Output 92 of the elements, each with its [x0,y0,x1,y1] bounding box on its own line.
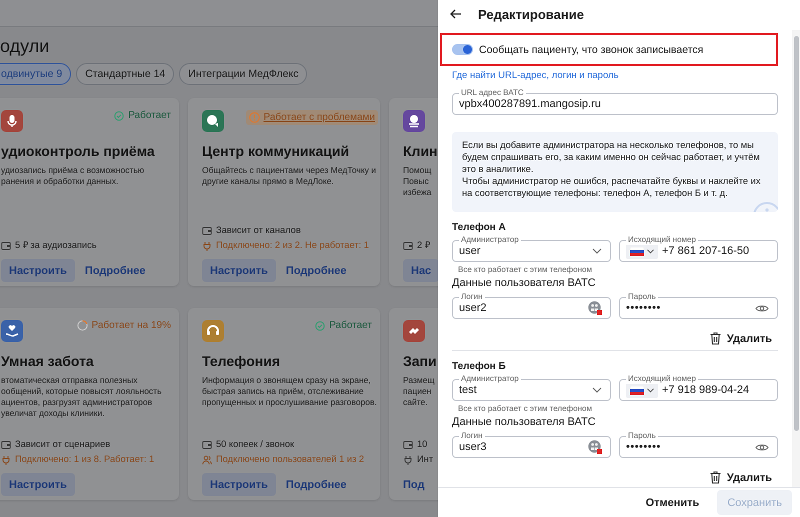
field-hint: Все кто работает с этим телефоном [458,404,592,414]
filter-tab[interactable]: Стандартные 14 [76,63,174,85]
wallet-icon [202,440,212,450]
toggle-label: Сообщать пациенту, что звонок записывается [479,44,704,56]
check-circle-icon [315,320,326,330]
toggle-switch[interactable] [452,44,473,55]
card-title: удиоконтроль приёма [1,142,155,160]
card-description: увеличат доходы клиники. [1,408,105,419]
section-title: Телефон Б [452,361,507,373]
card-meta: Зависит от сценариев [15,438,110,451]
card-description: удиозапись приёма с возможностью [1,165,144,176]
wallet-icon [403,240,413,250]
flag-icon [630,386,644,394]
delete-button[interactable]: Удалить [710,471,772,484]
card-description: другие каналы прямо в МедЛоке. [202,176,334,187]
alert-icon [248,112,260,123]
card-description: ациентов, разгрузят администраторов [1,397,152,408]
card-description: Помощ [403,165,432,176]
more-link[interactable]: Подробнее [286,473,346,496]
progress-ring-icon [76,320,88,331]
card-meta: Подключено: 2 из 2. Не работает: 1 [216,239,369,252]
wallet-icon [1,240,11,250]
check-circle-icon [114,110,124,120]
card-description: избежа [403,187,432,198]
trash-icon [710,471,721,484]
card-meta: 50 копеек / звонок [216,438,294,451]
card-meta: Зависит от каналов [216,224,301,237]
card-meta: Подключено: 1 из 8. Работает: 1 [15,453,154,466]
configure-button[interactable]: Настроить [202,259,276,282]
eye-icon[interactable] [755,304,769,312]
card-description: Повыс [403,176,429,187]
back-arrow-icon[interactable] [450,9,462,19]
subsection-title: Данные пользователя ВАТС [452,277,596,290]
drawer-title: Редактирование [478,6,584,22]
card-meta: 5 ₽ за аудиозапись [15,239,97,252]
info-text: Если вы добавите администратора на несколько телефонов, то мы будем спрашивать его, за каким именно он сейчас работает, и учтём это в аналитике. [462,139,761,175]
more-link[interactable]: Под [403,473,424,496]
people-icon [588,301,602,315]
field-hint: Все кто работает с этим телефоном [458,265,592,275]
card-description: пропущенных и прослушивание разговоров. [202,397,377,408]
card-description: быстрая запись на приём, отслеживание [202,386,364,397]
wallet-icon [202,226,212,236]
chevron-down-icon [592,387,602,393]
card-title: Телефония [202,352,280,370]
plug-icon [403,454,413,464]
more-link[interactable]: Подробнее [286,259,346,282]
more-link[interactable]: Подробнее [84,259,146,282]
card-meta: 10 [417,438,428,451]
card-description: Размещ [403,375,434,386]
card-description: сайте. [403,397,428,408]
users-icon [202,454,212,464]
status-text: Работает [128,110,171,121]
configure-button[interactable]: Настроить [202,473,276,496]
card-description: ранения и обработки данных. [1,176,118,187]
card-title: Запи [403,352,437,370]
card-title: Центр коммуникаций [202,142,350,160]
card-description: Общайтесь с пациентами через МедТочку и [202,165,376,176]
scrollbar[interactable] [792,30,800,487]
chevron-down-icon [592,248,602,254]
card-description: Информация о звонящем сразу на экране, [202,375,371,386]
cancel-button[interactable]: Отменить [642,496,704,508]
plug-icon [1,454,11,464]
card-meta: Инт [417,453,434,466]
flag-icon [630,246,644,256]
chevron-down-icon [647,248,654,254]
info-text: Чтобы администратор не ошибся, распечатайте буквы и наклейте их на соответствующие телефоны: телефон А, телефон Б и т. д. [462,175,762,199]
people-icon [588,440,602,454]
card-title: Умная забота [1,352,94,370]
card-meta: 2 ₽ [417,239,430,252]
trash-icon [710,332,721,345]
card-description: ообщений, которые повысят лояльность [1,386,162,397]
section-title: Телефон А [452,222,507,234]
card-description: втоматическая отправка полезных [1,375,138,386]
status-text: Работает [329,320,372,331]
chevron-down-icon [647,388,654,392]
card-description: пациен [403,386,432,397]
filter-tab[interactable]: одвинутые 9 [0,63,72,85]
subsection-title: Данные пользователя ВАТС [452,416,596,429]
page-title: одули [0,35,50,57]
help-link[interactable]: Где найти URL-адрес, логин и пароль [452,69,619,82]
filter-tab[interactable]: Интеграции МедФлекс [179,63,308,85]
configure-button[interactable]: Настроить [1,259,75,282]
eye-icon[interactable] [755,442,769,452]
plug-icon [202,240,212,250]
card-meta: Подключено пользователей 1 из 2 [216,453,364,466]
status-text: Работает на 19% [92,320,171,331]
wallet-icon [403,440,413,450]
delete-button[interactable]: Удалить [710,332,772,345]
configure-button[interactable]: Нас [403,259,438,282]
configure-button[interactable]: Настроить [1,473,75,496]
card-title: Клин [403,142,438,160]
wallet-icon [1,440,11,450]
